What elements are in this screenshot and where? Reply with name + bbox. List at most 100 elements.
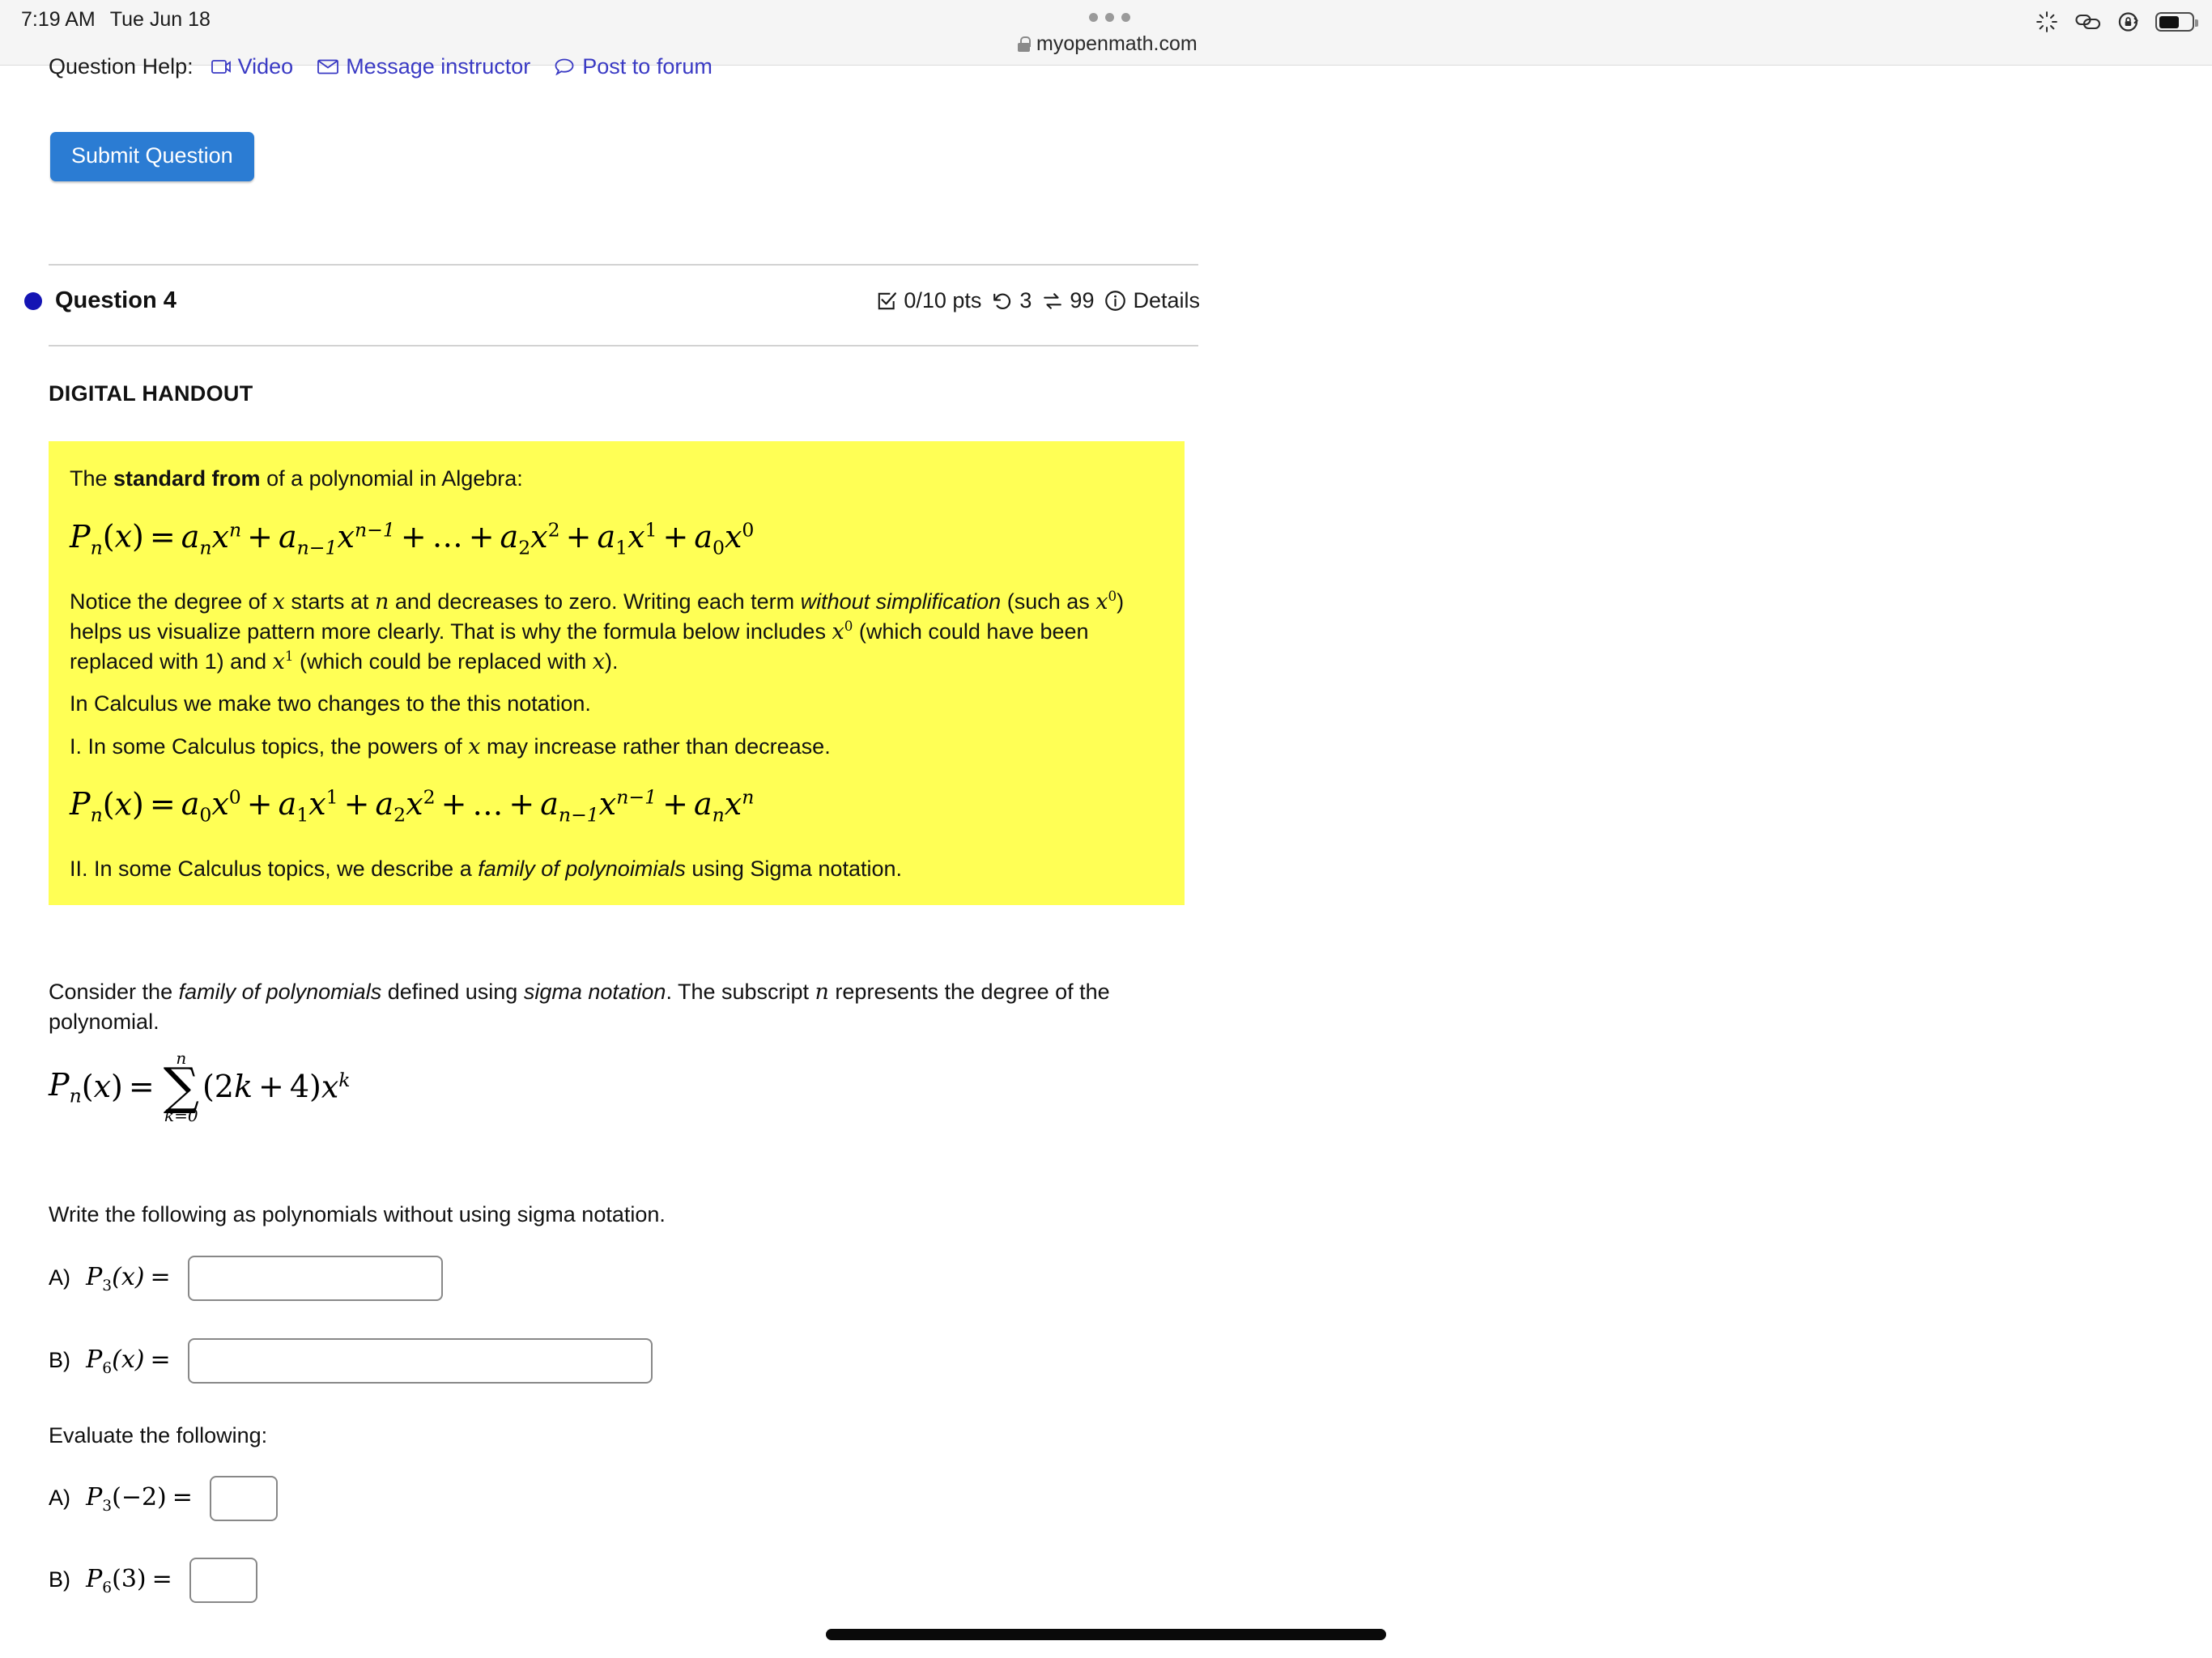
eval-a-letter: A) <box>49 1485 70 1510</box>
write-b-arg: (x) <box>112 1345 145 1374</box>
url-text: myopenmath.com <box>1036 32 1197 55</box>
top-post-to-forum-label: Post to forum <box>582 54 713 79</box>
question-title-group: Question 4 <box>24 287 177 314</box>
eval-a-sub: 3 <box>102 1497 113 1515</box>
submit-question-button-top[interactable]: Submit Question <box>50 132 254 181</box>
rotation-lock-icon <box>2118 12 2138 32</box>
three-dots-icon[interactable] <box>1089 13 1130 22</box>
status-time: 7:19 AM <box>21 8 96 31</box>
write-b-sub: 6 <box>102 1359 113 1377</box>
summation-symbol: n ∑ k=0 <box>163 1048 199 1125</box>
lock-icon <box>1016 36 1031 52</box>
home-indicator[interactable] <box>826 1629 1386 1640</box>
sync-spinner-icon <box>2036 11 2057 32</box>
write-b-letter: B) <box>49 1347 70 1372</box>
handout-point-two: II. In some Calculus topics, we describe… <box>70 854 1163 884</box>
eval-b-eq: = <box>151 1564 172 1593</box>
eval-a-arg: (−2) <box>112 1482 167 1511</box>
undo-attempts-icon <box>993 293 1011 309</box>
eval-b-sub: 6 <box>102 1579 113 1596</box>
answer-input-evaluate-a[interactable] <box>209 1476 278 1521</box>
top-post-to-forum-link[interactable]: Post to forum <box>555 54 713 79</box>
point-one-a: I. In some Calculus topics, the powers o… <box>70 733 469 759</box>
eval-a-fn: P <box>86 1482 103 1511</box>
top-video-link[interactable]: Video <box>211 54 294 79</box>
notice-seg-2: starts at <box>284 589 375 614</box>
write-instruction: Write the following as polynomials witho… <box>49 1202 666 1226</box>
evaluate-instruction: Evaluate the following: <box>49 1423 268 1448</box>
handout-highlight-box: The standard from of a polynomial in Alg… <box>49 441 1185 906</box>
question-header: Question 4 0/10 pts 3 99 Details <box>24 287 1200 314</box>
speech-bubble-icon <box>555 58 574 75</box>
point-two-b: using Sigma notation. <box>685 857 902 881</box>
attempts-group: 3 <box>992 288 1032 313</box>
answer-row-write-b: B) P6(x) = <box>49 1338 653 1384</box>
answer-row-evaluate-a: A) P3(−2) = <box>49 1476 278 1521</box>
handout-title: DIGITAL HANDOUT <box>49 381 253 406</box>
question-title: Question 4 <box>55 287 177 313</box>
intro-bold: standard from <box>113 466 261 491</box>
intro-suffix: of a polynomial in Algebra: <box>260 466 523 491</box>
notice-seg-1: Notice the degree of <box>70 589 273 614</box>
ipad-screen: 7:19 AM Tue Jun 18 myopenmath.com Questi… <box>0 0 2212 1658</box>
notice-seg-7: (which could be replaced with <box>293 649 593 674</box>
notice-seg-4: (such as <box>1001 589 1096 614</box>
write-b-eq: = <box>150 1345 171 1374</box>
envelope-icon <box>317 59 339 74</box>
consider-b: defined using <box>381 980 524 1004</box>
answer-label-write-a: A) P3(x) = <box>49 1263 177 1295</box>
divider-above-question <box>49 264 1198 266</box>
answer-row-evaluate-b: B) P6(3) = <box>49 1558 257 1603</box>
url-bar[interactable]: myopenmath.com <box>1016 32 1197 56</box>
answer-row-write-a: A) P3(x) = <box>49 1256 443 1301</box>
top-question-help-row: Question Help: Video Message instructor <box>49 54 727 79</box>
consider-italic-1: family of polynomials <box>178 980 382 1004</box>
consider-a: Consider the <box>49 980 179 1004</box>
notice-seg-8: ). <box>604 649 619 674</box>
status-date: Tue Jun 18 <box>109 8 211 31</box>
versions-group: 99 <box>1042 288 1094 313</box>
notice-italic: without simplification <box>800 589 1002 614</box>
question-status-dot-icon <box>24 291 42 310</box>
points-value: 0/10 pts <box>904 288 982 312</box>
write-a-sub: 3 <box>102 1277 113 1295</box>
write-a-letter: A) <box>49 1265 70 1290</box>
answer-label-evaluate-b: B) P6(3) = <box>49 1565 178 1596</box>
formula-increasing-powers: Pn(x) = a0x0 + a1x1 + a2x2 +… + an−1xn−1 + anxn <box>70 785 755 827</box>
sigma-lower-limit: k=0 <box>164 1105 198 1125</box>
point-one-b: may increase rather than decrease. <box>480 733 831 759</box>
write-a-fn: P <box>86 1262 103 1291</box>
swap-versions-icon <box>1044 292 1062 309</box>
eval-a-eq: = <box>172 1482 193 1511</box>
versions-value: 99 <box>1070 288 1095 312</box>
consider-italic-2: sigma notation <box>523 980 666 1004</box>
top-message-instructor-link[interactable]: Message instructor <box>317 54 530 79</box>
points-group: 0/10 pts <box>876 288 981 313</box>
intro-prefix: The <box>70 466 114 491</box>
handout-intro-line: The standard from of a polynomial in Alg… <box>70 464 1163 494</box>
consider-paragraph: Consider the family of polynomials defin… <box>49 980 1110 1035</box>
point-two-italic: family of polynoimials <box>478 857 686 881</box>
top-video-label: Video <box>237 54 294 79</box>
details-group[interactable]: Details <box>1104 288 1200 313</box>
notice-seg-3: and decreases to zero. Writing each term <box>389 589 801 614</box>
info-circle-icon <box>1105 291 1126 311</box>
answer-input-evaluate-b[interactable] <box>189 1558 257 1603</box>
eval-b-fn: P <box>86 1564 103 1593</box>
handout-point-one: I. In some Calculus topics, the powers o… <box>70 733 831 759</box>
checkbox-check-icon <box>878 291 897 309</box>
handout-changes-paragraph: In Calculus we make two changes to the t… <box>70 691 591 716</box>
question-help-label: Question Help: <box>49 54 194 79</box>
write-a-eq: = <box>150 1262 171 1291</box>
details-label: Details <box>1133 288 1200 312</box>
video-icon <box>211 60 231 74</box>
answer-input-write-a[interactable] <box>187 1256 443 1301</box>
formula-standard-form: Pn(x) = anxn + an−1xn−1 +… + a2x2 + a1x1 + a0x0 <box>70 518 755 559</box>
write-a-arg: (x) <box>112 1262 145 1291</box>
write-b-fn: P <box>86 1345 103 1374</box>
answer-input-write-b[interactable] <box>187 1338 653 1384</box>
sigma-formula: Pn(x) = n ∑ k=0 (2 k +4) xk <box>49 1048 351 1125</box>
consider-c: . The subscript <box>666 980 815 1004</box>
answer-label-write-b: B) P6(x) = <box>49 1346 177 1377</box>
status-bar-right <box>2035 10 2198 34</box>
